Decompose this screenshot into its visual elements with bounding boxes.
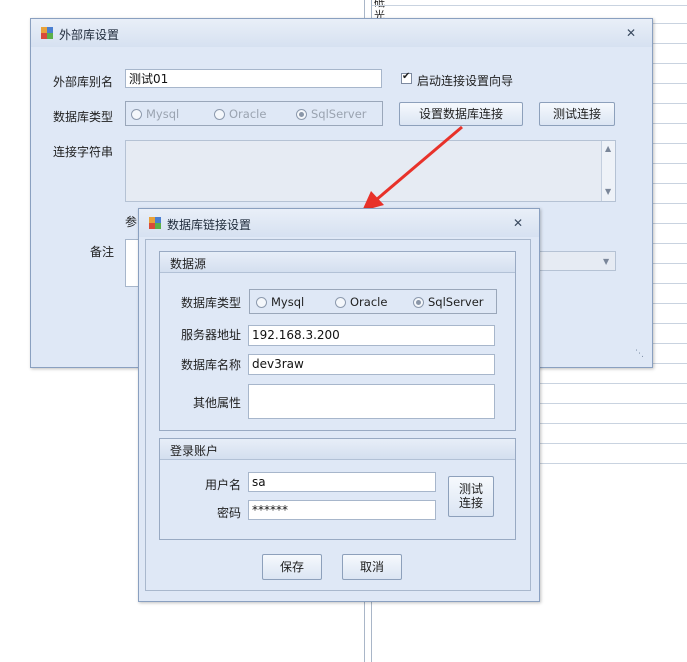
- radio-dot: [256, 297, 267, 308]
- dialog-db-type-radio-group: Mysql Oracle SqlServer: [249, 289, 497, 314]
- dialog-close-icon[interactable]: ✕: [510, 215, 526, 231]
- dbname-input[interactable]: dev3raw: [248, 354, 495, 375]
- account-group: 登录账户 用户名 sa 密码 ****** 测试 连接: [159, 438, 516, 540]
- account-group-title: 登录账户: [170, 444, 219, 458]
- dialog-app-icon: [149, 217, 162, 230]
- test-button-line1: 测试: [458, 482, 483, 496]
- dialog-radio-sqlserver[interactable]: SqlServer: [413, 295, 484, 309]
- password-label: 密码: [217, 506, 242, 520]
- dialog-titlebar[interactable]: 数据库链接设置 ✕: [139, 209, 539, 237]
- other-props-input[interactable]: [248, 384, 495, 419]
- test-button-line2: 连接: [458, 496, 483, 510]
- save-button[interactable]: 保存: [262, 554, 322, 580]
- account-group-header: 登录账户: [160, 439, 515, 460]
- password-input[interactable]: ******: [248, 500, 436, 520]
- server-input[interactable]: 192.168.3.200: [248, 325, 495, 346]
- username-input[interactable]: sa: [248, 472, 436, 492]
- radio-dot-checked: [413, 297, 424, 308]
- server-label: 服务器地址: [181, 328, 242, 342]
- dialog-radio-mysql[interactable]: Mysql: [256, 295, 304, 309]
- dialog-test-connection-button[interactable]: 测试 连接: [448, 476, 494, 517]
- dialog-db-type-label: 数据库类型: [181, 296, 242, 310]
- dialog-title: 数据库链接设置: [167, 218, 252, 232]
- dbname-label: 数据库名称: [181, 358, 242, 372]
- username-label: 用户名: [205, 478, 242, 492]
- datasource-group-header: 数据源: [160, 252, 515, 273]
- dialog-radio-oracle[interactable]: Oracle: [335, 295, 387, 309]
- db-connection-dialog: 数据库链接设置 ✕ 数据源 数据库类型 Mysql Oracle SqlServ…: [138, 208, 540, 602]
- datasource-group-title: 数据源: [170, 257, 207, 271]
- screen: 砥 光 外: [0, 0, 687, 662]
- other-props-label: 其他属性: [193, 396, 242, 410]
- radio-dot: [335, 297, 346, 308]
- cancel-button[interactable]: 取消: [342, 554, 402, 580]
- datasource-group: 数据源 数据库类型 Mysql Oracle SqlServer 服务器地址 1…: [159, 251, 516, 431]
